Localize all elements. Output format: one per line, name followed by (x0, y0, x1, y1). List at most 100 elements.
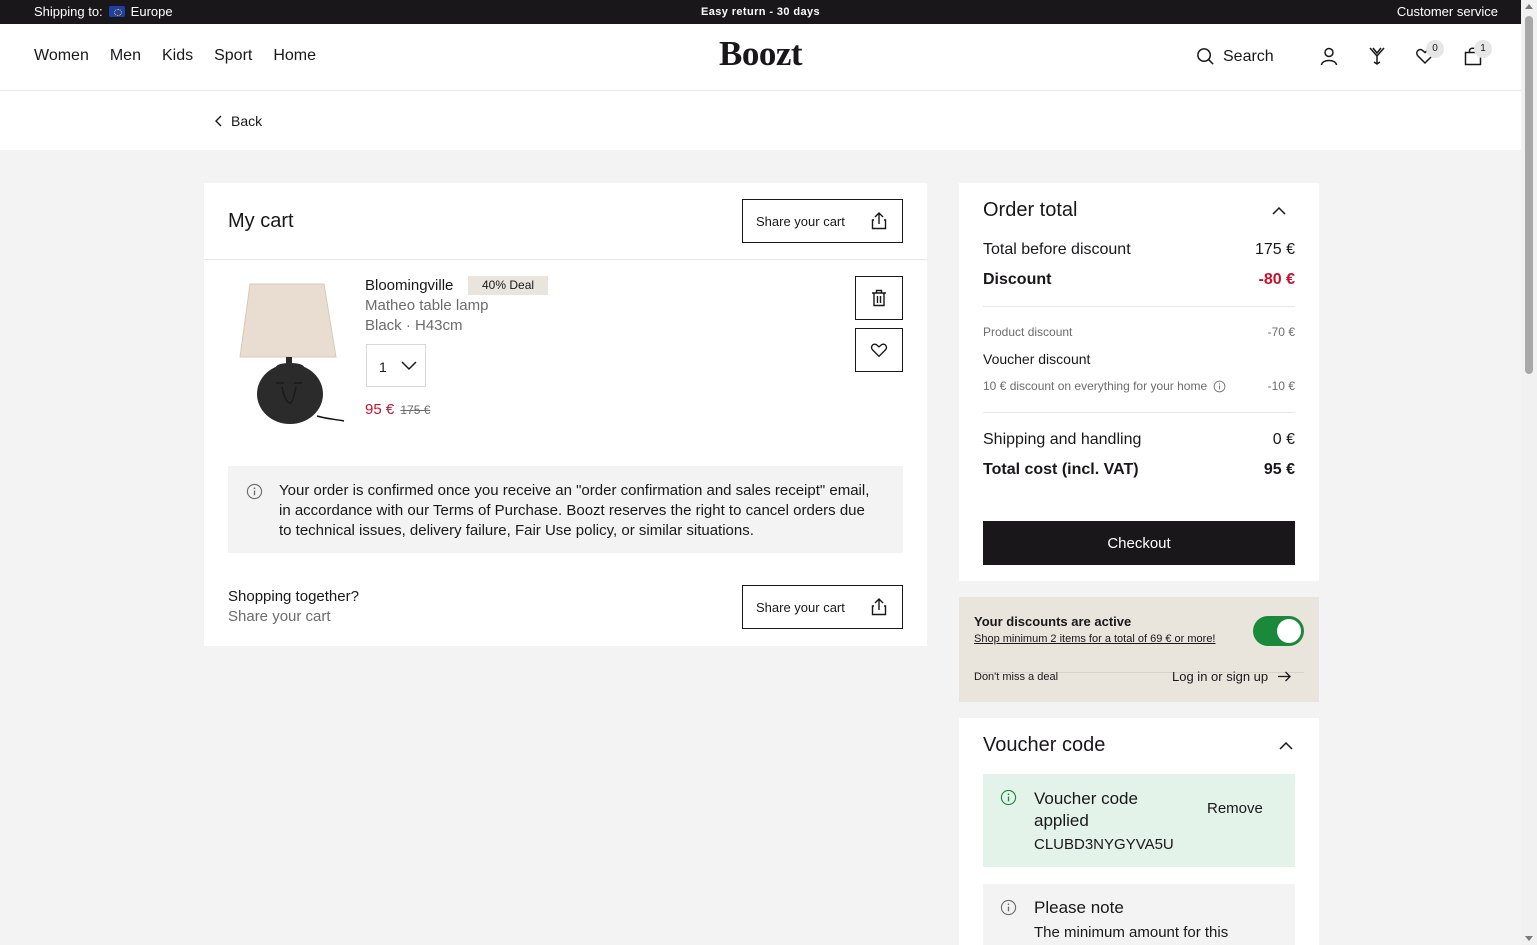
login-label: Log in or sign up (1172, 669, 1269, 684)
cart-button[interactable]: 1 (1463, 40, 1492, 68)
cart-count-badge: 1 (1474, 40, 1492, 58)
scroll-down-arrow-icon[interactable] (1525, 936, 1533, 941)
total-label: Total cost (incl. VAT) (983, 461, 1139, 478)
login-link[interactable]: Log in or sign up (1172, 669, 1292, 684)
cart-card: My cart Share your cart Bloomingville 40… (204, 183, 927, 646)
voucher-applied-title: Voucher code applied (1034, 789, 1138, 830)
discounts-toggle[interactable] (1253, 616, 1304, 646)
voucher-discount-label: Voucher discount (983, 351, 1091, 367)
top-bar: Shipping to: Europe Easy return - 30 day… (0, 0, 1521, 24)
voucher-code: CLUBD3NYGYVA5U (1034, 836, 1174, 853)
voucher-line-row: 10 € discount on everything for your hom… (983, 379, 1295, 393)
voucher-note-box: Please note The minimum amount for this (983, 884, 1295, 945)
discounts-active-card: Your discounts are active Shop minimum 2… (959, 597, 1319, 702)
total-value: 95 € (1263, 461, 1295, 478)
quantity-value: 1 (379, 359, 387, 375)
voucher-card: Voucher code Voucher code applied CLUBD3… (959, 718, 1319, 945)
cart-title: My cart (228, 210, 294, 232)
shipping-value: 0 € (1272, 431, 1295, 448)
total-row: Total cost (incl. VAT) 95 € (983, 461, 1295, 479)
logo[interactable]: Boozt (0, 34, 1521, 74)
dont-miss-text: Don't miss a deal (974, 671, 1059, 683)
voucher-applied-box: Voucher code applied CLUBD3NYGYVA5U Remo… (983, 774, 1295, 867)
heart-icon (870, 343, 888, 358)
product-variant: Black · H43cm (365, 317, 463, 334)
remove-item-button[interactable] (855, 276, 903, 320)
share-cart-button-bottom[interactable]: Share your cart (742, 585, 903, 629)
chevron-up-icon[interactable] (1272, 206, 1286, 215)
club-icon (1369, 47, 1385, 65)
discounts-link[interactable]: Shop minimum 2 items for a total of 69 €… (974, 633, 1216, 645)
user-icon (1320, 47, 1338, 66)
product-discount-row: Product discount -70 € (983, 325, 1295, 339)
site-header: Women Men Kids Sport Home Boozt Search 0… (0, 24, 1521, 91)
product-price: 95 € 175 € (365, 401, 430, 418)
product-brand[interactable]: Bloomingville (365, 277, 453, 294)
before-discount-label: Total before discount (983, 241, 1131, 258)
before-discount-value: 175 € (1254, 241, 1295, 258)
search-label: Search (1223, 47, 1274, 65)
deal-badge: 40% Deal (468, 276, 549, 295)
product-discount-label: Product discount (983, 325, 1073, 339)
voucher-title: Voucher code (983, 734, 1106, 756)
info-icon (1000, 899, 1017, 916)
voucher-discount-row: Voucher discount (983, 351, 1295, 367)
move-to-wishlist-button[interactable] (855, 328, 903, 372)
arrow-right-icon (1278, 671, 1292, 682)
quantity-select[interactable]: 1 (366, 344, 426, 387)
old-price: 175 € (400, 403, 431, 417)
note-text: The minimum amount for this (1034, 924, 1229, 941)
note-title: Please note (1034, 898, 1124, 917)
product-name[interactable]: Matheo table lamp (365, 297, 488, 314)
remove-voucher-button[interactable]: Remove (1207, 800, 1263, 817)
discount-value: -80 € (1258, 271, 1295, 288)
chevron-left-icon (215, 115, 222, 127)
together-subtitle: Share your cart (228, 608, 331, 625)
toggle-knob (1277, 619, 1301, 643)
chevron-up-icon[interactable] (1279, 741, 1293, 750)
share-cart-label: Share your cart (756, 599, 845, 615)
info-icon (1000, 789, 1017, 806)
discount-row: Discount -80 € (983, 271, 1295, 289)
share-icon (871, 212, 887, 230)
divider (983, 306, 1295, 307)
info-icon[interactable] (1213, 380, 1226, 393)
customer-service-link[interactable]: Customer service (1397, 4, 1498, 19)
share-cart-button[interactable]: Share your cart (742, 199, 903, 243)
cart-divider (204, 259, 927, 260)
back-link[interactable]: Back (214, 113, 262, 129)
discounts-title: Your discounts are active (974, 614, 1132, 629)
notice-text: Your order is confirmed once you receive… (279, 482, 870, 539)
club-button[interactable] (1367, 46, 1389, 68)
order-total-card: Order total Total before discount 175 € … (959, 183, 1319, 581)
together-title: Shopping together? (228, 588, 359, 605)
order-confirmation-notice: Your order is confirmed once you receive… (228, 466, 903, 553)
voucher-line-label: 10 € discount on everything for your hom… (983, 379, 1208, 393)
trash-icon (872, 289, 886, 307)
back-label: Back (231, 113, 263, 129)
before-discount-row: Total before discount 175 € (983, 241, 1295, 259)
order-total-title: Order total (983, 199, 1078, 221)
back-row: Back (0, 91, 1521, 150)
search-icon (1197, 48, 1214, 65)
wishlist-count-badge: 0 (1426, 40, 1444, 58)
share-cart-label: Share your cart (756, 213, 845, 229)
account-button[interactable] (1319, 46, 1341, 68)
product-discount-value: -70 € (1267, 325, 1295, 339)
search-button[interactable]: Search (1196, 47, 1274, 66)
shipping-label: Shipping and handling (983, 431, 1142, 448)
current-price: 95 € (365, 401, 395, 418)
shopping-together: Shopping together? Share your cart (228, 588, 359, 625)
page-scrollbar[interactable] (1521, 0, 1537, 945)
wishlist-button[interactable]: 0 (1415, 40, 1444, 68)
chevron-down-icon (401, 361, 417, 371)
divider (983, 412, 1295, 413)
scroll-up-arrow-icon[interactable] (1525, 4, 1533, 9)
scrollbar-thumb[interactable] (1525, 16, 1533, 374)
checkout-button[interactable]: Checkout (983, 521, 1295, 565)
product-image[interactable] (232, 279, 348, 429)
shipping-row: Shipping and handling 0 € (983, 431, 1295, 449)
voucher-line-value: -10 € (1267, 379, 1295, 393)
promo-text: Easy return - 30 days (700, 6, 821, 18)
info-icon (246, 483, 263, 500)
